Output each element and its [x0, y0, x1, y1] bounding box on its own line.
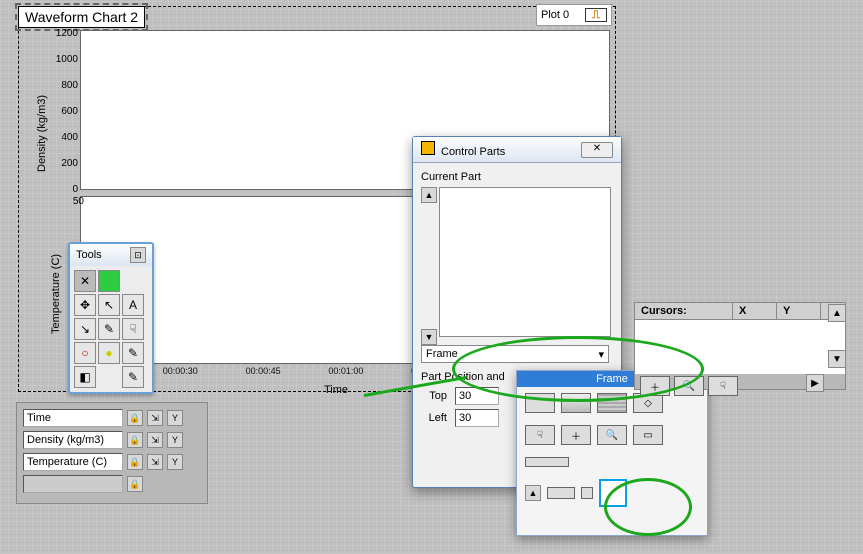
y-tick: 200 — [52, 158, 78, 169]
autoscale-once-icon[interactable]: ⇲ — [147, 454, 163, 470]
close-button[interactable]: ✕ — [581, 142, 613, 158]
format-icon[interactable]: Y — [167, 410, 183, 426]
dialog-icon — [421, 141, 435, 155]
tool-probe[interactable]: ● — [98, 342, 120, 364]
y-tick: 800 — [52, 80, 78, 91]
y-tick: 1000 — [52, 54, 78, 65]
y-axis-2-label: Temperature (C) — [50, 254, 62, 334]
tool-position[interactable]: ↖ — [98, 294, 120, 316]
scale-legend[interactable]: 🔒 ⇲ Y 🔒 ⇲ Y 🔒 ⇲ Y 🔒 — [16, 402, 208, 504]
part-up-button[interactable]: ▲ — [421, 187, 437, 203]
y-tick: 400 — [52, 132, 78, 143]
graph-crosshair-icon[interactable]: ＋ — [640, 376, 670, 396]
scale-name-input[interactable] — [23, 453, 123, 471]
tool-scroll[interactable]: ☟ — [122, 318, 144, 340]
lock-icon[interactable]: 🔒 — [127, 476, 143, 492]
decor-pattern[interactable]: ◇ — [633, 393, 663, 413]
dropdown-icon[interactable]: ▾ — [598, 348, 604, 361]
y-axis-1-label: Density (kg/m3) — [36, 95, 48, 172]
x-tick: 00:01:00 — [328, 366, 408, 376]
format-icon[interactable]: Y — [167, 432, 183, 448]
tool-bar-icon[interactable]: ▭ — [633, 425, 663, 445]
decor-thin[interactable] — [525, 457, 569, 467]
left-input[interactable] — [455, 409, 499, 427]
lock-icon[interactable]: 🔒 — [127, 454, 143, 470]
scale-row-density: 🔒 ⇲ Y — [23, 431, 201, 449]
scale-name-input-disabled — [23, 475, 123, 493]
tool-wiring[interactable]: ↘ — [74, 318, 96, 340]
tool-color[interactable]: ◧ — [74, 366, 96, 388]
lock-icon[interactable]: 🔒 — [127, 410, 143, 426]
scale-name-input[interactable] — [23, 431, 123, 449]
decor-grooved[interactable] — [597, 393, 627, 413]
decor-raised[interactable] — [561, 393, 591, 413]
autoscale-once-icon[interactable]: ⇲ — [147, 410, 163, 426]
tool-crosshair-icon[interactable]: ＋ — [561, 425, 591, 445]
scale-row-time: 🔒 ⇲ Y — [23, 409, 201, 427]
cursors-col-y: Y — [777, 303, 821, 319]
graph-zoom-icon[interactable]: 🔍 — [674, 376, 704, 396]
current-part-label: Current Part — [421, 171, 613, 183]
tool-breakpoint[interactable]: ○ — [74, 342, 96, 364]
y-tick: 50 — [58, 196, 84, 207]
part-name-value: Frame — [426, 348, 458, 360]
spin-up-icon[interactable]: ▲ — [525, 485, 541, 501]
decor-small-rect[interactable] — [547, 487, 575, 499]
tool-zoom-icon[interactable]: 🔍 — [597, 425, 627, 445]
top-input[interactable] — [455, 387, 499, 405]
tool-operate[interactable]: ✥ — [74, 294, 96, 316]
y-tick: 600 — [52, 106, 78, 117]
tool-color-copy[interactable]: ✎ — [122, 342, 144, 364]
tools-title-label: Tools — [76, 249, 102, 261]
part-preview — [439, 187, 611, 337]
dialog-title-label: Control Parts — [441, 146, 505, 158]
format-icon[interactable]: Y — [167, 454, 183, 470]
x-tick: 00:00:30 — [163, 366, 243, 376]
tool-paint[interactable]: ✎ — [122, 366, 144, 388]
cursors-scroll-up[interactable]: ▲ — [828, 304, 846, 322]
decor-frame-selected[interactable] — [599, 479, 627, 507]
tool-run[interactable] — [98, 270, 120, 292]
lock-icon[interactable]: 🔒 — [127, 432, 143, 448]
scale-name-input[interactable] — [23, 409, 123, 427]
part-down-button[interactable]: ▼ — [421, 329, 437, 345]
tool-pan-icon[interactable]: ☟ — [525, 425, 555, 445]
cursors-list[interactable] — [635, 320, 845, 374]
part-name-field[interactable]: Frame ▾ — [421, 345, 609, 363]
plot-legend[interactable]: Plot 0 ⎍ — [536, 4, 612, 26]
cursors-right-arrow[interactable]: ▶ — [806, 374, 824, 392]
cursors-scroll-down[interactable]: ▼ — [828, 350, 846, 368]
tool-text[interactable]: A — [122, 294, 144, 316]
graph-palette[interactable]: ＋ 🔍 ☟ — [640, 376, 738, 396]
autoscale-once-icon[interactable]: ⇲ — [147, 432, 163, 448]
tool-object[interactable]: ✎ — [98, 318, 120, 340]
x-tick: 00:00:45 — [246, 366, 326, 376]
tools-palette[interactable]: Tools ⊡ ✕ ✥ ↖ A ↘ ✎ ☟ ○ ● ✎ ◧ ✎ — [68, 242, 154, 394]
graph-pan-icon[interactable]: ☟ — [708, 376, 738, 396]
left-label: Left — [421, 412, 447, 424]
tools-pin-icon[interactable]: ⊡ — [130, 247, 146, 263]
cursors-col-x: X — [733, 303, 777, 319]
plot-glyph-icon[interactable]: ⎍ — [585, 8, 607, 22]
y-tick: 0 — [52, 184, 78, 195]
x-axis-label: Time — [324, 384, 348, 396]
tool-autoselect[interactable]: ✕ — [74, 270, 96, 292]
decor-tiny-sq[interactable] — [581, 487, 593, 499]
y-tick: 1200 — [52, 28, 78, 39]
scale-row-empty: 🔒 — [23, 475, 201, 493]
cursors-title: Cursors: — [635, 303, 733, 319]
decor-flat[interactable] — [525, 393, 555, 413]
scale-row-temperature: 🔒 ⇲ Y — [23, 453, 201, 471]
plot-legend-label: Plot 0 — [541, 9, 569, 21]
chart-title-input[interactable]: Waveform Chart 2 — [18, 6, 145, 28]
top-label: Top — [421, 390, 447, 402]
